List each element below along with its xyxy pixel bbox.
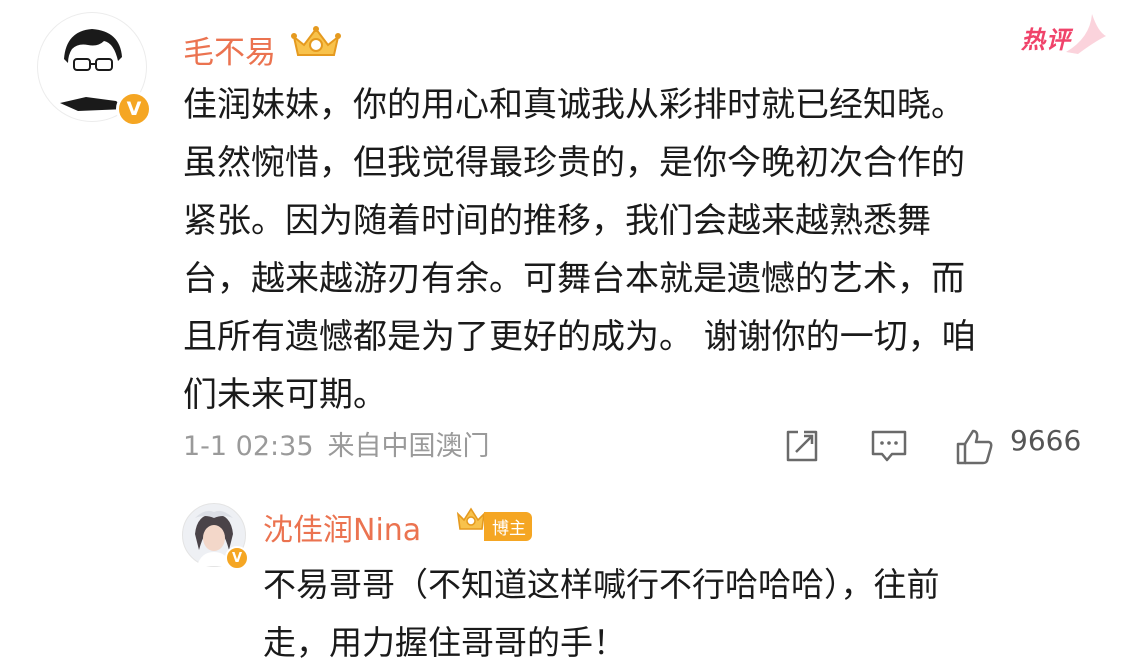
comment-meta: 1-1 02:35 来自中国澳门 — [183, 424, 490, 463]
comment-line: 台，越来越游刃有余。可舞台本就是遗憾的艺术，而 — [183, 259, 965, 299]
blogger-badge: 博主 — [484, 512, 532, 541]
comment-icon[interactable] — [870, 428, 908, 464]
avatar[interactable]: V — [37, 12, 152, 127]
comment-line: 紧张。因为随着时间的推移，我们会越来越熟悉舞 — [183, 201, 931, 241]
hot-comment-tag: 热评 — [1021, 26, 1071, 54]
reply-body: 不易哥哥（不知道这样喊行不行哈哈哈），往前 走，用力握住哥哥的手！ — [263, 556, 1063, 672]
comment-line: 佳润妹妹，你的用心和真诚我从彩排时就已经知晓。 — [183, 85, 965, 125]
comment-line: 且所有遗憾都是为了更好的成为。 谢谢你的一切，咱 — [183, 317, 976, 357]
comment-line: 虽然惋惜，但我觉得最珍贵的，是你今晚初次合作的 — [183, 143, 965, 183]
comment-username[interactable]: 毛不易 — [183, 27, 276, 72]
reply-avatar[interactable]: V — [182, 503, 249, 570]
comment-line: 们未来可期。 — [183, 375, 387, 415]
comment-source: 来自中国澳门 — [327, 431, 490, 462]
like-icon[interactable] — [955, 428, 995, 466]
repost-icon[interactable] — [784, 428, 820, 464]
verified-badge-icon: V — [225, 546, 249, 570]
verified-badge-icon: V — [116, 91, 152, 127]
reply-username[interactable]: 沈佳润Nina — [263, 505, 421, 549]
comment-timestamp: 1-1 02:35 — [183, 431, 314, 462]
crown-icon — [456, 507, 486, 530]
like-count: 9666 — [1010, 424, 1082, 457]
reply-line: 走，用力握住哥哥的手！ — [263, 623, 626, 662]
reply-line: 不易哥哥（不知道这样喊行不行哈哈哈），往前 — [263, 565, 940, 604]
crown-icon — [291, 26, 341, 56]
comment-body: 佳润妹妹，你的用心和真诚我从彩排时就已经知晓。 虽然惋惜，但我觉得最珍贵的，是你… — [183, 76, 1063, 424]
